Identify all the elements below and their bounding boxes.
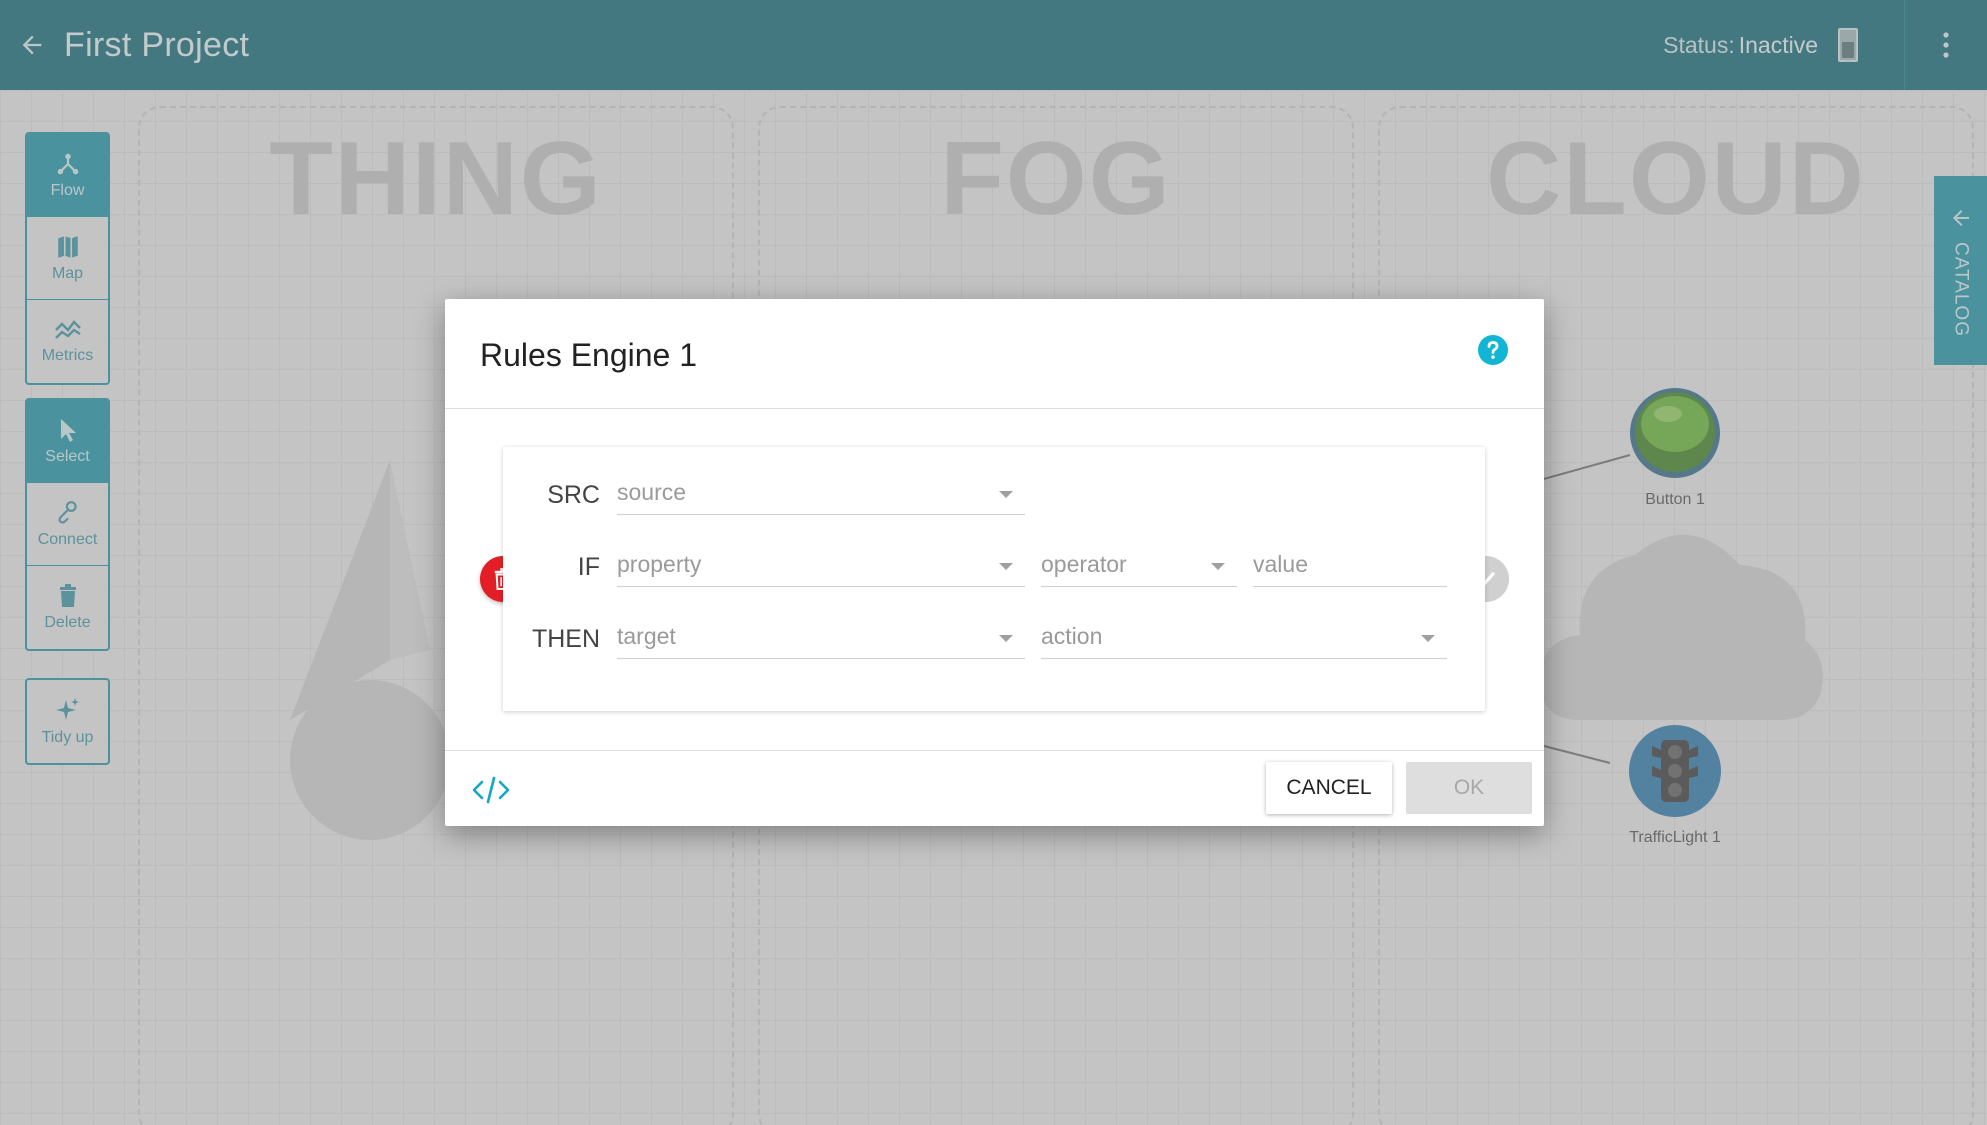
- code-view-icon[interactable]: [471, 775, 511, 805]
- target-select[interactable]: target: [617, 615, 1025, 659]
- target-select-text: target: [617, 623, 676, 649]
- operator-select-text: operator: [1041, 551, 1127, 577]
- ok-button[interactable]: OK: [1406, 762, 1532, 814]
- source-select[interactable]: source: [617, 471, 1025, 515]
- rule-card: SRC source IF property operator THEN tar…: [503, 447, 1485, 711]
- source-select-text: source: [617, 479, 687, 505]
- action-select-text: action: [1041, 623, 1103, 649]
- help-icon[interactable]: [1478, 335, 1508, 365]
- then-label: THEN: [531, 625, 600, 653]
- chevron-down-icon: [1421, 635, 1435, 642]
- dialog-footer: CANCEL OK: [445, 750, 1544, 826]
- src-label: SRC: [547, 481, 600, 509]
- value-input[interactable]: [1253, 543, 1447, 587]
- chevron-down-icon: [999, 563, 1013, 570]
- dialog-header: Rules Engine 1: [445, 299, 1544, 409]
- chevron-down-icon: [1211, 563, 1225, 570]
- property-select-text: property: [617, 551, 702, 577]
- cancel-button[interactable]: CANCEL: [1266, 762, 1392, 814]
- rules-engine-dialog: Rules Engine 1 SRC source IF property op…: [445, 299, 1544, 826]
- chevron-down-icon: [999, 635, 1013, 642]
- operator-select[interactable]: operator: [1041, 543, 1237, 587]
- action-select[interactable]: action: [1041, 615, 1447, 659]
- if-label: IF: [577, 553, 600, 581]
- property-select[interactable]: property: [617, 543, 1025, 587]
- chevron-down-icon: [999, 491, 1013, 498]
- dialog-title: Rules Engine 1: [480, 337, 698, 373]
